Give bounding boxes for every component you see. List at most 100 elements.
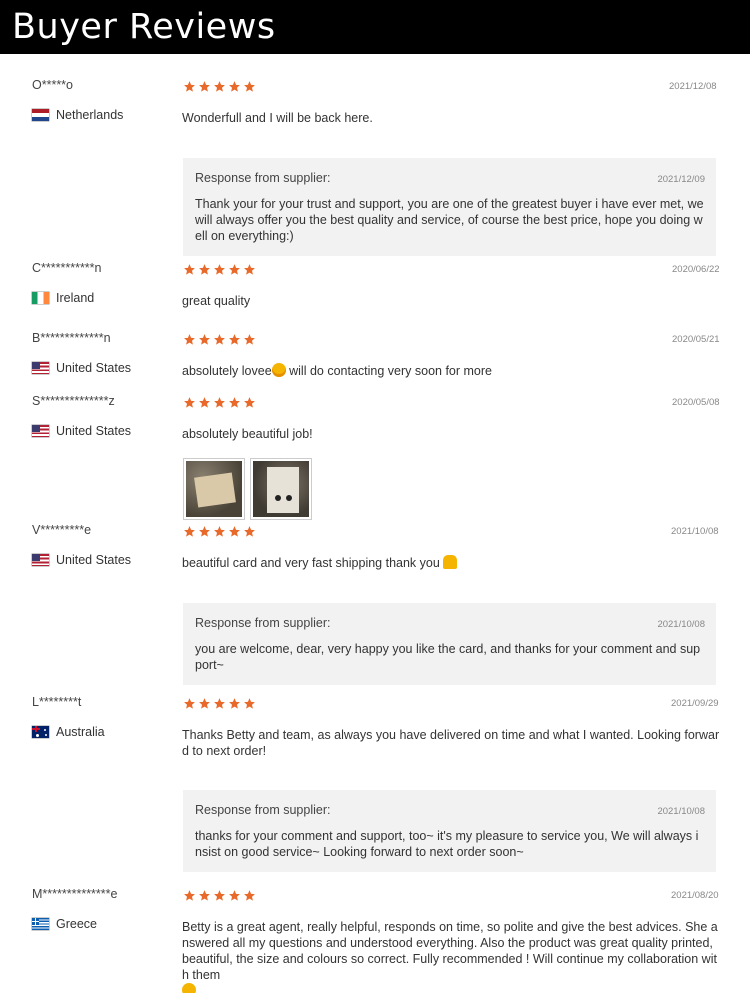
star-icon: [198, 889, 211, 902]
comment-text: absolutely lovee: [182, 364, 272, 378]
page-title: Buyer Reviews: [12, 7, 276, 47]
review-date: 2020/06/22: [672, 264, 720, 275]
star-icon: [213, 697, 226, 710]
australia-flag-icon: [32, 726, 49, 738]
review-date: 2021/12/08: [669, 81, 717, 92]
response-text: you are welcome, dear, very happy you li…: [195, 642, 701, 672]
response-text: Thank your for your trust and support, y…: [195, 197, 704, 243]
star-rating: [183, 80, 256, 93]
star-icon: [228, 525, 241, 538]
star-icon: [213, 80, 226, 93]
buyer-country: United States: [32, 553, 131, 567]
response-label: Response from supplier:: [195, 616, 331, 630]
star-icon: [198, 333, 211, 346]
star-icon: [198, 263, 211, 276]
star-rating: [183, 263, 256, 276]
star-icon: [213, 263, 226, 276]
comment-text: Betty is a great agent, really helpful, …: [182, 920, 718, 982]
star-icon: [213, 525, 226, 538]
star-icon: [243, 263, 256, 276]
star-icon: [228, 333, 241, 346]
country-label: United States: [56, 361, 132, 375]
page-header: Buyer Reviews: [0, 0, 750, 54]
response-date: 2021/10/08: [657, 806, 705, 817]
star-icon: [213, 333, 226, 346]
ireland-flag-icon: [32, 292, 49, 304]
star-icon: [198, 697, 211, 710]
buyer-name: M**************e: [32, 887, 118, 901]
country-label: United States: [56, 424, 132, 438]
buyer-name: V*********e: [32, 523, 92, 537]
star-rating: [183, 396, 256, 409]
star-struck-emoji-icon: [271, 363, 286, 377]
photo-card-on-gravel: [186, 461, 242, 517]
response-label: Response from supplier:: [195, 803, 331, 817]
buyer-country: United States: [32, 361, 131, 375]
star-icon: [243, 396, 256, 409]
buyer-name: B*************n: [32, 331, 111, 345]
star-icon: [228, 263, 241, 276]
photo-card-on-gravel: [253, 461, 309, 517]
star-icon: [183, 80, 196, 93]
star-icon: [213, 396, 226, 409]
buyer-name: S**************z: [32, 394, 115, 408]
country-label: United States: [56, 553, 132, 567]
star-rating: [183, 525, 256, 538]
star-icon: [243, 889, 256, 902]
review-date: 2021/10/08: [671, 526, 719, 537]
response-label: Response from supplier:: [195, 171, 331, 185]
us-flag-icon: [32, 554, 49, 566]
supplier-response: Response from supplier: 2021/10/08 thank…: [183, 790, 716, 872]
smiling-emoji-icon: [182, 983, 196, 993]
buyer-country: Greece: [32, 917, 97, 931]
review-date: 2021/08/20: [671, 890, 719, 901]
star-icon: [183, 697, 196, 710]
review-comment: Betty is a great agent, really helpful, …: [182, 919, 722, 993]
buyer-country: Ireland: [32, 291, 94, 305]
response-date: 2021/10/08: [657, 619, 705, 630]
comment-text: beautiful card and very fast shipping th…: [182, 556, 444, 570]
comment-text: will do contacting very soon for more: [285, 364, 492, 378]
star-icon: [228, 80, 241, 93]
star-icon: [213, 889, 226, 902]
star-icon: [228, 697, 241, 710]
response-text: thanks for your comment and support, too…: [195, 829, 699, 859]
review-photo-thumbnail[interactable]: [183, 458, 245, 520]
country-label: Australia: [56, 725, 105, 739]
star-icon: [183, 525, 196, 538]
review-comment: Thanks Betty and team, as always you hav…: [182, 728, 720, 758]
star-icon: [183, 396, 196, 409]
buyer-name: O*****o: [32, 78, 73, 92]
us-flag-icon: [32, 425, 49, 437]
review-date: 2021/09/29: [671, 698, 719, 709]
star-icon: [243, 333, 256, 346]
review-comment: absolutely beautiful job!: [182, 427, 313, 441]
review-date: 2020/05/08: [672, 397, 720, 408]
us-flag-icon: [32, 362, 49, 374]
star-icon: [243, 525, 256, 538]
buyer-country: Australia: [32, 725, 105, 739]
review-comment: great quality: [182, 294, 251, 308]
star-icon: [243, 697, 256, 710]
star-icon: [228, 889, 241, 902]
review-photo-thumbnail[interactable]: [250, 458, 312, 520]
buyer-country: United States: [32, 424, 131, 438]
folded-hands-emoji-icon: [443, 555, 458, 569]
star-rating: [183, 697, 256, 710]
star-rating: [183, 889, 256, 902]
review-date: 2020/05/21: [672, 334, 720, 345]
buyer-name: C***********n: [32, 261, 102, 275]
review-photos: [183, 458, 312, 520]
review-comment: Wonderfull and I will be back here.: [182, 111, 373, 125]
netherlands-flag-icon: [32, 109, 49, 121]
star-icon: [183, 263, 196, 276]
star-icon: [183, 889, 196, 902]
country-label: Netherlands: [56, 108, 124, 122]
buyer-country: Netherlands: [32, 108, 123, 122]
country-label: Greece: [56, 917, 97, 931]
star-icon: [228, 396, 241, 409]
star-icon: [198, 396, 211, 409]
star-icon: [198, 525, 211, 538]
supplier-response: Response from supplier: 2021/10/08 you a…: [183, 603, 716, 685]
supplier-response: Response from supplier: 2021/12/09 Thank…: [183, 158, 716, 256]
